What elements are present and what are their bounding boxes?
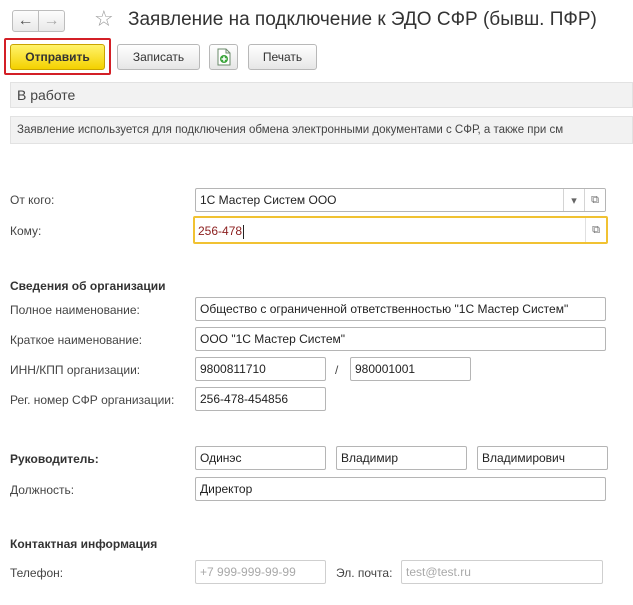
from-field[interactable]: 1С Мастер Систем ООО ▾ ⧉ [195,188,606,212]
contact-section-title: Контактная информация [10,537,158,551]
open-window-icon: ⧉ [592,223,600,236]
arrow-right-icon: → [43,12,60,29]
first-name-field[interactable]: Владимир [336,446,467,470]
star-icon[interactable]: ☆ [94,8,114,30]
to-label: Кому: [10,224,42,238]
email-field[interactable]: test@test.ru [401,560,603,584]
chevron-down-icon: ▾ [571,194,577,207]
forward-button[interactable]: → [38,10,65,32]
inn-kpp-separator: / [335,363,339,377]
position-label: Должность: [10,483,75,497]
back-button[interactable]: ← [12,10,39,32]
short-name-field[interactable]: ООО "1С Мастер Систем" [195,327,606,351]
to-field[interactable]: 256-478 ⧉ [193,216,608,244]
email-label: Эл. почта: [336,566,393,580]
save-button[interactable]: Записать [117,44,200,70]
inn-kpp-label: ИНН/КПП организации: [10,363,141,377]
reg-number-label: Рег. номер СФР организации: [10,393,175,407]
full-name-label: Полное наименование: [10,303,140,317]
full-name-field[interactable]: Общество с ограниченной ответственностью… [195,297,606,321]
arrow-left-icon: ← [17,12,34,29]
phone-field[interactable]: +7 999-999-99-99 [195,560,326,584]
info-text: Заявление используется для подключения о… [10,116,633,144]
position-field[interactable]: Директор [195,477,606,501]
open-window-icon: ⧉ [591,193,599,206]
add-document-icon [217,48,230,66]
status-bar: В работе [10,82,633,108]
dropdown-button[interactable]: ▾ [563,189,584,211]
open-button[interactable]: ⧉ [584,189,605,211]
reg-number-field[interactable]: 256-478-454856 [195,387,326,411]
print-button[interactable]: Печать [248,44,317,70]
org-section-title: Сведения об организации [10,279,166,293]
head-label: Руководитель: [10,452,99,466]
send-button[interactable]: Отправить [10,44,105,70]
short-name-label: Краткое наименование: [10,333,143,347]
kpp-field[interactable]: 980001001 [350,357,471,381]
from-value: 1С Мастер Систем ООО [200,193,337,207]
last-name-field[interactable]: Одинэс [195,446,326,470]
from-label: От кого: [10,193,55,207]
open-button[interactable]: ⧉ [585,218,606,242]
middle-name-field[interactable]: Владимирович [477,446,608,470]
phone-label: Телефон: [10,566,64,580]
inn-field[interactable]: 9800811710 [195,357,326,381]
to-value: 256-478 [198,224,243,238]
page-title: Заявление на подключение к ЭДО СФР (бывш… [128,9,597,30]
add-document-button[interactable] [209,44,238,70]
text-cursor [243,224,245,239]
